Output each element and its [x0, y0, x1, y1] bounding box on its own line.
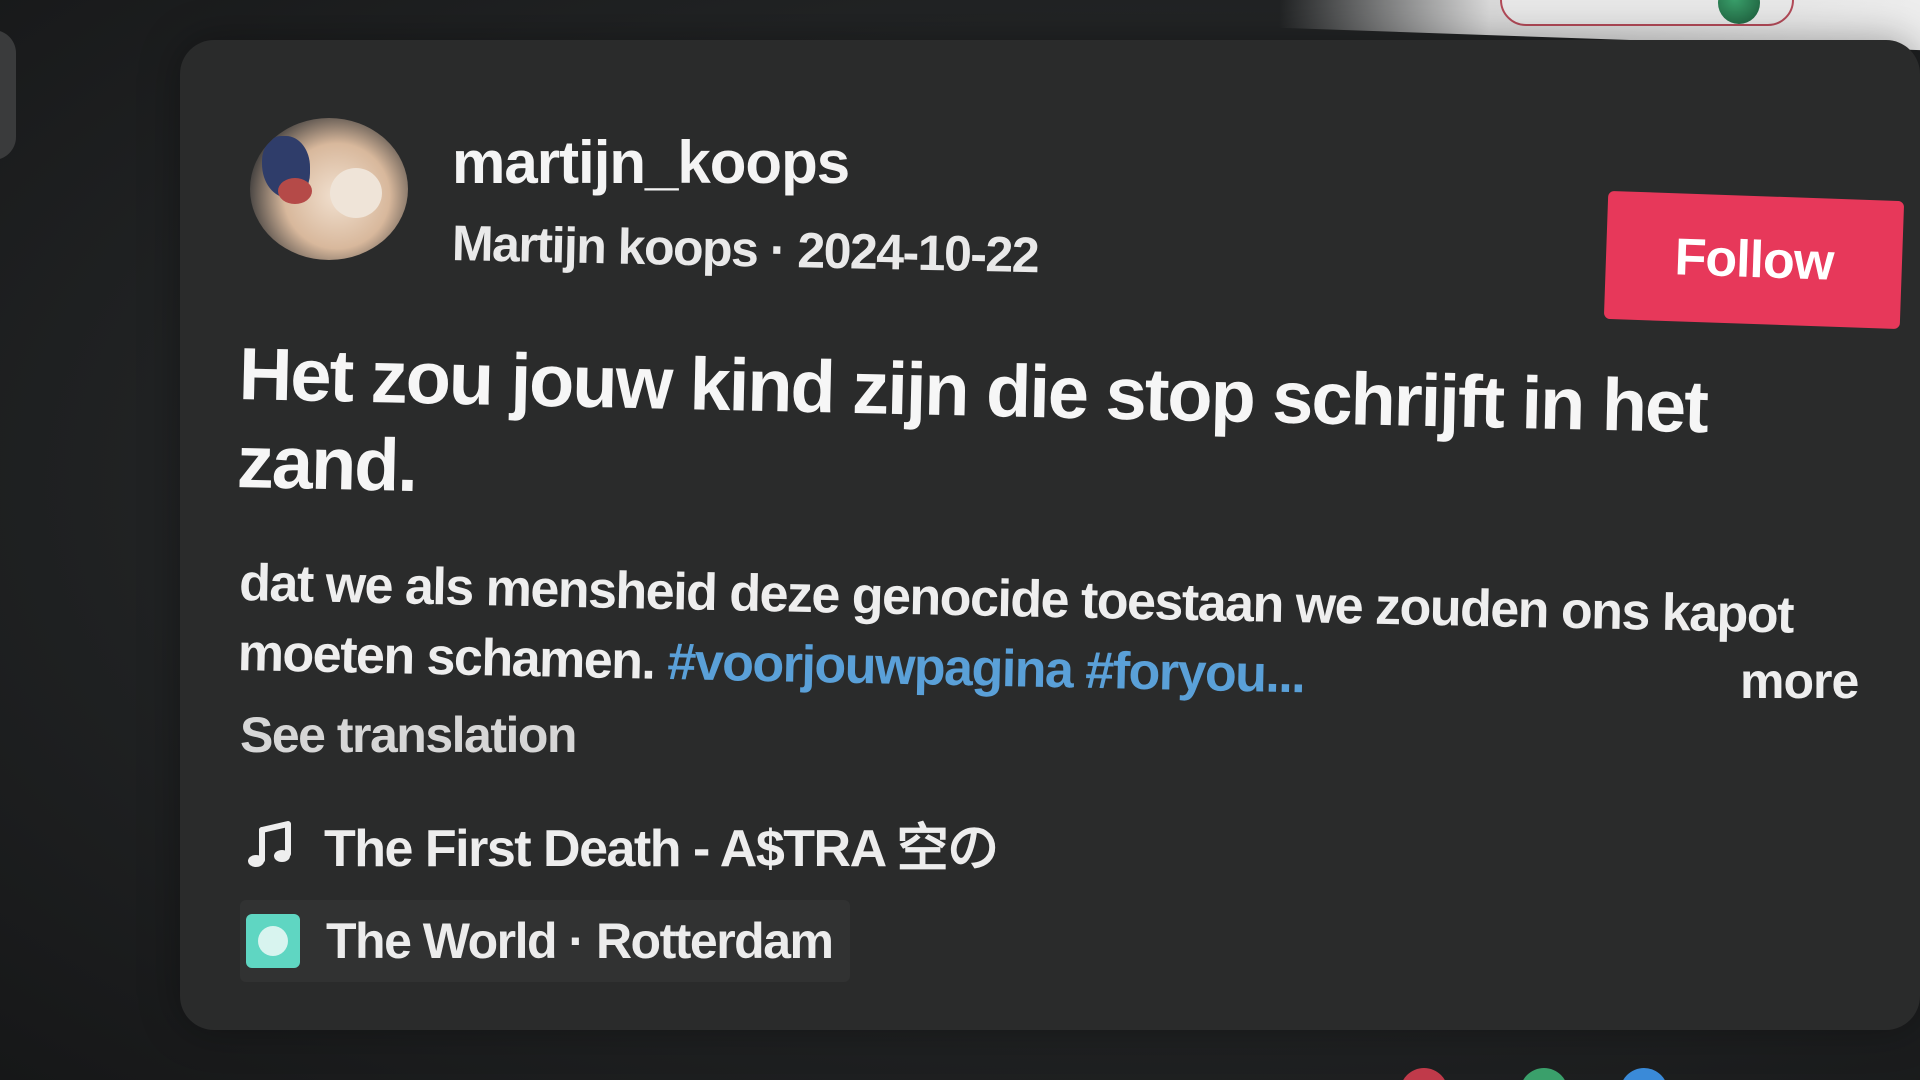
bottom-action-hints — [1400, 1068, 1760, 1080]
author-avatar[interactable] — [250, 118, 408, 260]
hashtag-links[interactable]: #voorjouwpagina #foryou... — [667, 633, 1305, 704]
location-text: The World · Rotterdam — [326, 913, 834, 969]
music-note-icon — [248, 820, 291, 867]
see-translation-link[interactable]: See translation — [240, 706, 577, 764]
location-pin-icon — [246, 914, 300, 968]
music-title: The First Death - A$TRA 空の — [324, 820, 999, 878]
author-username[interactable]: martijn_koops — [452, 128, 850, 197]
post-date: 2024-10-22 — [796, 222, 1039, 284]
more-button[interactable]: more — [1740, 652, 1859, 710]
screen: martijn_koops Martijn koops · 2024-10-22… — [0, 0, 1920, 1080]
post-title: Het zou jouw kind zijn die stop schrijft… — [236, 331, 1708, 508]
left-edge-control[interactable] — [0, 30, 16, 160]
author-meta: Martijn koops · 2024-10-22 — [451, 214, 1038, 284]
follow-button[interactable]: Follow — [1603, 190, 1905, 330]
music-row[interactable]: The First Death - A$TRA 空の — [244, 806, 999, 881]
location-chip[interactable]: The World · Rotterdam — [240, 900, 851, 982]
meta-separator: · — [769, 221, 786, 278]
author-display-name[interactable]: Martijn koops — [451, 215, 758, 277]
